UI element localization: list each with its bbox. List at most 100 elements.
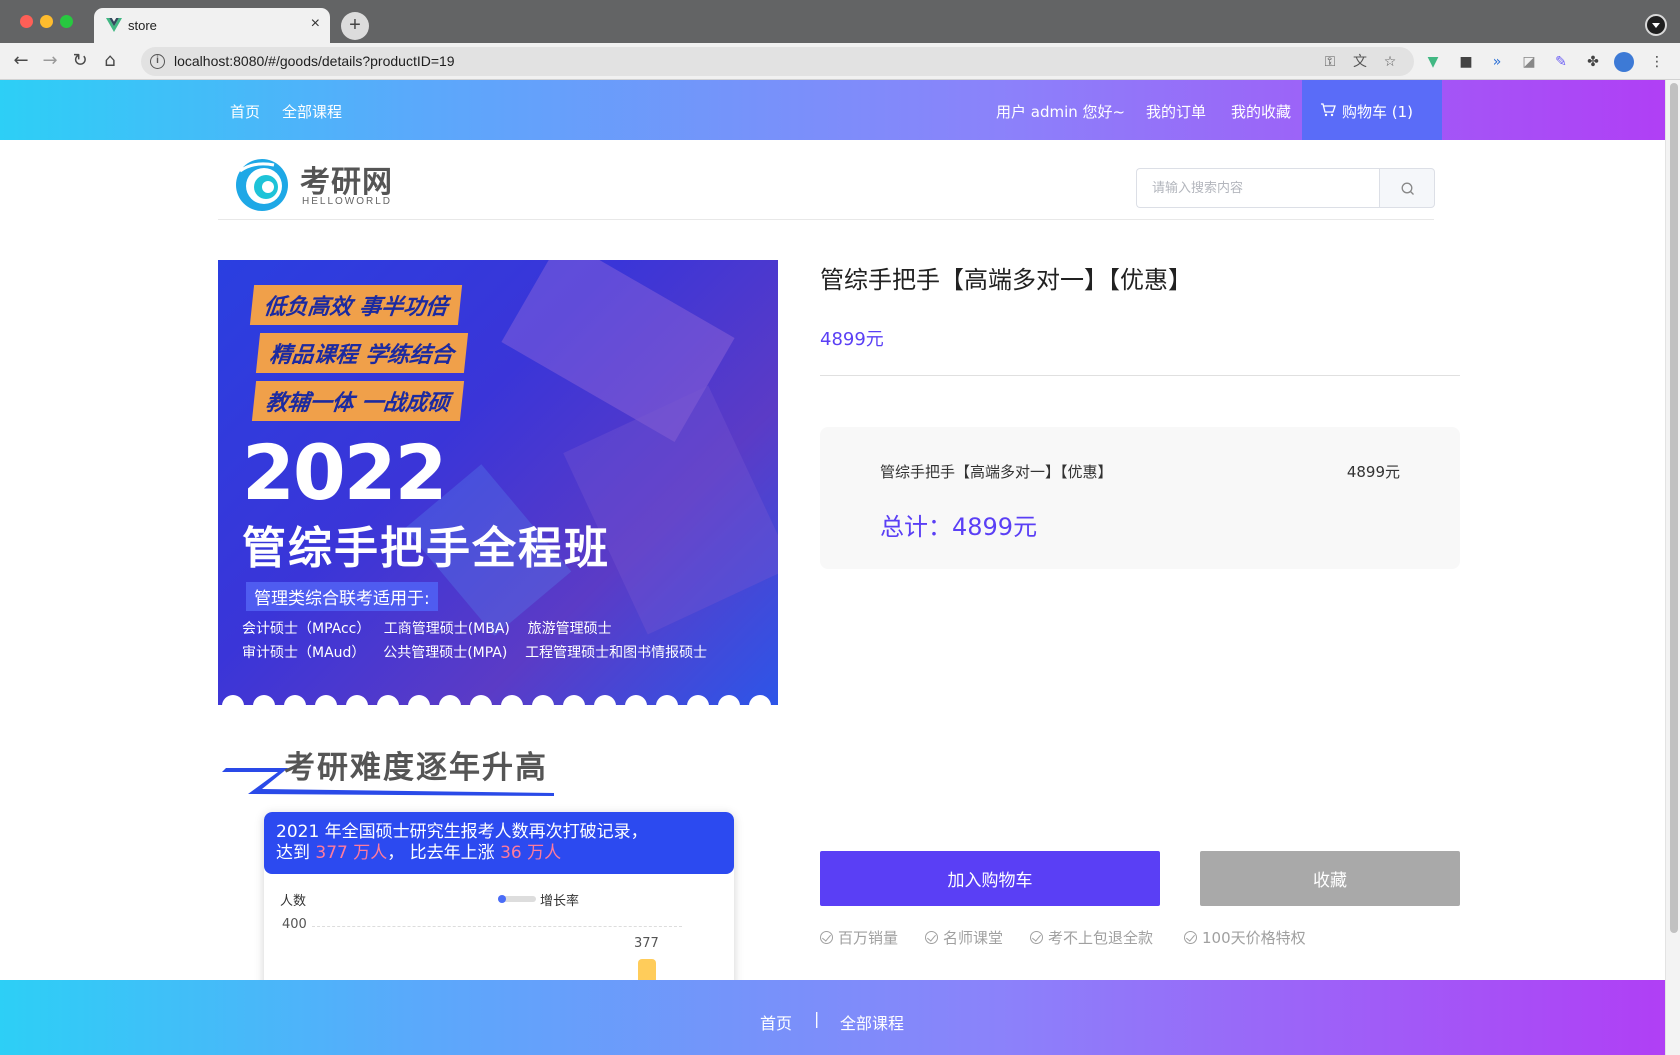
poster-scallop — [315, 695, 337, 705]
forward-icon[interactable]: → — [39, 50, 61, 72]
poster-scallop — [625, 695, 647, 705]
service-item: 百万销量 — [820, 927, 898, 948]
poster-scallop — [718, 695, 740, 705]
page-scrollbar[interactable] — [1665, 80, 1680, 1055]
order-summary: 管综手把手【高端多对一】【优惠】 4899元 总计：4899元 — [820, 427, 1460, 569]
close-window-button[interactable] — [20, 15, 33, 28]
nav-home-link[interactable]: 首页 — [230, 101, 260, 122]
home-icon[interactable]: ⌂ — [99, 50, 121, 72]
poster-scallop — [501, 695, 523, 705]
check-circle-icon — [925, 931, 938, 944]
poster-shard — [563, 385, 778, 635]
search-button[interactable] — [1379, 168, 1435, 208]
info-card-line-1: 2021 年全国硕士研究生报考人数再次打破记录， — [276, 822, 648, 842]
poster-scallop — [656, 695, 678, 705]
difficulty-title: 考研难度逐年升高 — [284, 750, 548, 786]
poster-scallop — [532, 695, 554, 705]
logo-subtitle: HELLOWORLD — [302, 196, 393, 207]
favorite-button[interactable]: 收藏 — [1200, 851, 1460, 906]
chart-bar — [638, 959, 656, 980]
info-text: ， 比去年上涨 — [387, 843, 501, 863]
scrollbar-thumb[interactable] — [1670, 83, 1678, 933]
poster-line-1: 会计硕士（MPAcc） 工商管理硕士(MBA) 旅游管理硕士 — [242, 621, 612, 637]
chart-gridline — [312, 926, 682, 927]
poster-scallop — [377, 695, 399, 705]
extension-icon[interactable]: ■ — [1457, 53, 1475, 71]
search-icon — [1401, 182, 1414, 195]
footer-separator: | — [814, 1009, 820, 1028]
poster-stripe-3: 教辅一体 一战成硕 — [251, 381, 464, 421]
chart-legend: 增长率 — [498, 890, 580, 909]
product-title: 管综手把手【高端多对一】【优惠】 — [820, 266, 1192, 294]
service-item: 名师课堂 — [925, 927, 1003, 948]
cart-label: 购物车 (1) — [1342, 103, 1414, 121]
avatar[interactable] — [1614, 52, 1634, 72]
vue-logo-icon — [106, 18, 122, 32]
poster-scallop — [749, 695, 771, 705]
site-info-icon[interactable]: i — [150, 54, 165, 69]
logo-title: 考研网 — [300, 165, 393, 200]
top-nav-bar: 首页 全部课程 用户 admin 您好~ 我的订单 我的收藏 购物车 (1) — [0, 80, 1665, 140]
legend-line-icon — [498, 895, 536, 903]
browser-toolbar: ← → ↻ ⌂ i localhost:8080/#/goods/details… — [0, 43, 1680, 80]
poster-line-2: 审计硕士（MAud） 公共管理硕士(MPA) 工程管理硕士和图书情报硕士 — [242, 645, 708, 661]
info-card-header: 2021 年全国硕士研究生报考人数再次打破记录， 达到 377 万人， 比去年上… — [264, 812, 734, 874]
browser-tab[interactable]: store × — [94, 8, 330, 43]
poster-scallop — [222, 695, 244, 705]
check-circle-icon — [1184, 931, 1197, 944]
service-label: 考不上包退全款 — [1048, 929, 1154, 947]
more-menu-icon[interactable]: ⋮ — [1648, 53, 1666, 71]
eyedropper-icon[interactable]: ✎ — [1552, 53, 1570, 71]
new-tab-button[interactable]: + — [341, 12, 369, 40]
increase-count: 36 万人 — [500, 843, 562, 863]
divider — [820, 375, 1460, 376]
footer-all-courses-link[interactable]: 全部课程 — [840, 1010, 904, 1034]
chart-y-label: 人数 — [280, 894, 307, 909]
nav-my-favorites-link[interactable]: 我的收藏 — [1231, 101, 1291, 122]
address-url[interactable]: localhost:8080/#/goods/details?productID… — [174, 53, 455, 69]
service-label: 百万销量 — [838, 929, 899, 947]
cart-icon — [1321, 103, 1336, 117]
poster-stripe-2: 精品课程 学练结合 — [255, 333, 468, 373]
tab-close-icon[interactable]: × — [311, 15, 320, 33]
legend-label: 增长率 — [540, 894, 580, 909]
key-icon[interactable]: ⚿ — [1321, 53, 1339, 71]
double-chevron-icon[interactable]: » — [1488, 53, 1506, 71]
service-item: 考不上包退全款 — [1030, 927, 1153, 948]
nav-cart-button[interactable]: 购物车 (1) — [1302, 80, 1442, 140]
footer-home-link[interactable]: 首页 — [760, 1010, 792, 1034]
browser-tab-bar: store × + — [0, 0, 1680, 43]
poster-course-title: 管综手把手全程班 — [242, 523, 610, 574]
reload-icon[interactable]: ↻ — [69, 50, 91, 72]
summary-total: 总计：4899元 — [880, 513, 1038, 541]
applicants-count: 377 万人 — [315, 843, 388, 863]
chart-tick-label: 400 — [282, 917, 307, 932]
add-to-cart-button[interactable]: 加入购物车 — [820, 851, 1160, 906]
poster-scallop — [470, 695, 492, 705]
extension-square-icon[interactable]: ◪ — [1520, 53, 1538, 71]
poster-year: 2022 — [242, 428, 448, 517]
search-input[interactable] — [1136, 168, 1379, 208]
puzzle-icon[interactable]: ✤ — [1584, 53, 1602, 71]
minimize-window-button[interactable] — [40, 15, 53, 28]
check-circle-icon — [1030, 931, 1043, 944]
user-greeting: 用户 admin 您好~ — [996, 103, 1126, 121]
site-header: 考研网 HELLOWORLD — [218, 140, 1435, 220]
back-icon[interactable]: ← — [10, 50, 32, 72]
poster-tag: 管理类综合联考适用于: — [246, 582, 438, 611]
nav-all-courses-link[interactable]: 全部课程 — [282, 101, 342, 122]
poster-scallop — [346, 695, 368, 705]
service-label: 名师课堂 — [943, 929, 1004, 947]
maximize-window-button[interactable] — [60, 15, 73, 28]
tab-search-icon[interactable] — [1645, 14, 1667, 36]
bookmark-star-icon[interactable]: ☆ — [1381, 53, 1399, 71]
course-poster: 低负高效 事半功倍 精品课程 学练结合 教辅一体 一战成硕 2022 管综手把手… — [218, 260, 778, 705]
poster-scallop — [253, 695, 275, 705]
poster-scallop — [594, 695, 616, 705]
vue-devtools-icon[interactable]: ▼ — [1424, 53, 1442, 71]
address-bar[interactable]: i localhost:8080/#/goods/details?product… — [141, 47, 1414, 76]
translate-icon[interactable]: 文 — [1351, 53, 1369, 71]
poster-scallop — [284, 695, 306, 705]
service-label: 100天价格特权 — [1202, 929, 1306, 947]
nav-my-orders-link[interactable]: 我的订单 — [1146, 101, 1206, 122]
